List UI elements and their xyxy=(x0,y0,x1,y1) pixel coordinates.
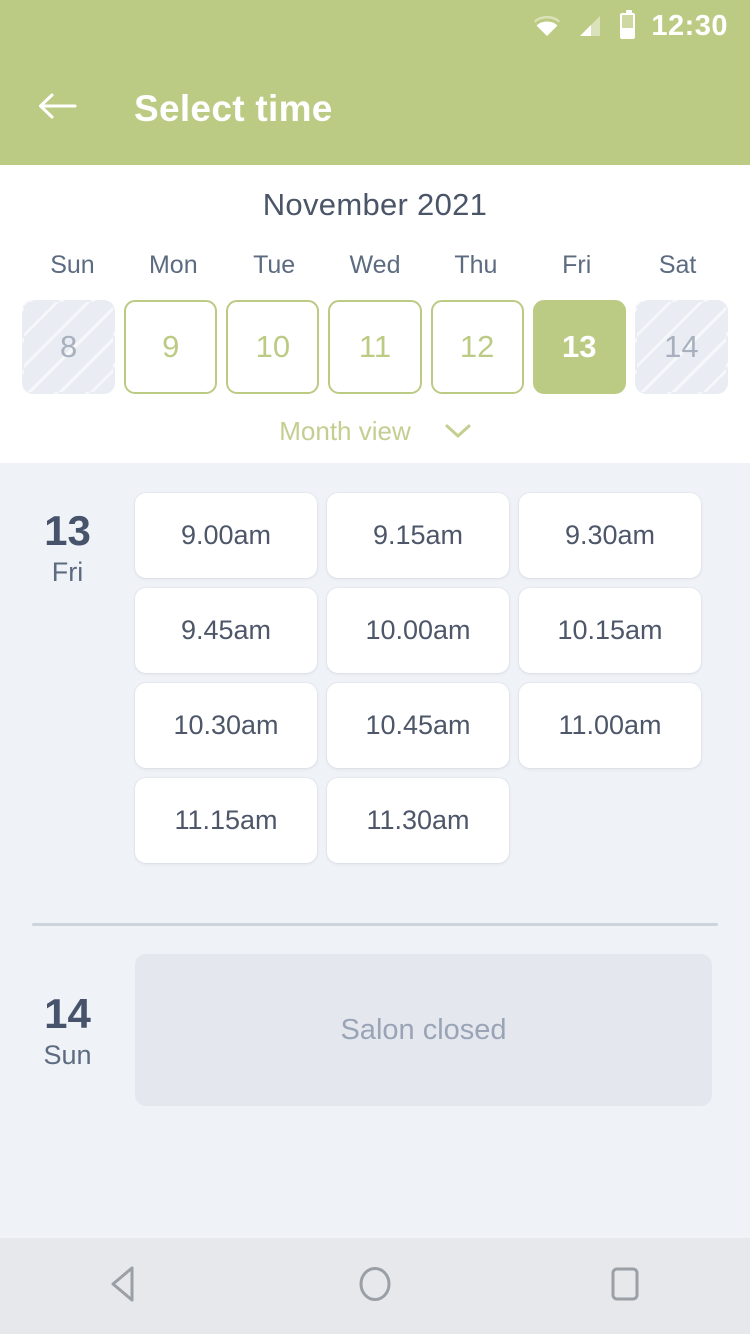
day-of-week: Fri xyxy=(51,557,84,588)
chevron-down-icon xyxy=(445,424,471,439)
time-slot[interactable]: 11.15am xyxy=(135,778,317,863)
status-bar-icons xyxy=(534,10,636,39)
day-of-week: Sun xyxy=(43,1040,92,1071)
nav-back-button[interactable] xyxy=(80,1241,170,1331)
time-slot[interactable]: 9.15am xyxy=(327,493,509,578)
date-cell-8: 8 xyxy=(22,300,116,394)
date-cell-14: 14 xyxy=(634,300,728,394)
status-bar-clock: 12:30 xyxy=(651,9,728,42)
triangle-back-icon xyxy=(107,1265,143,1308)
calendar-date-row: 8 9 10 11 12 13 14 xyxy=(0,300,750,394)
wifi-icon xyxy=(534,15,561,37)
section-divider xyxy=(32,923,718,926)
time-slot[interactable]: 9.45am xyxy=(135,588,317,673)
battery-icon xyxy=(620,10,636,39)
time-slot[interactable]: 11.00am xyxy=(519,683,701,768)
circle-home-icon xyxy=(356,1265,394,1308)
day-label-13: 13 Fri xyxy=(0,473,135,863)
page-title: Select time xyxy=(134,87,333,129)
time-slot[interactable]: 11.30am xyxy=(327,778,509,863)
calendar-weekday-row: Sun Mon Tue Wed Thu Fri Sat xyxy=(0,251,750,280)
month-view-label: Month view xyxy=(279,416,411,446)
day-number: 13 xyxy=(44,507,91,554)
time-slot-grid: 9.00am 9.15am 9.30am 9.45am 10.00am 10.1… xyxy=(135,473,750,863)
schedule-day-14: 14 Sun Salon closed xyxy=(0,930,750,1106)
weekday-label: Mon xyxy=(148,251,198,279)
weekday-label: Wed xyxy=(349,251,401,279)
nav-home-button[interactable] xyxy=(330,1241,420,1331)
status-bar: 12:30 xyxy=(0,0,750,52)
android-nav-bar xyxy=(0,1238,750,1334)
time-slot[interactable]: 10.30am xyxy=(135,683,317,768)
weekday-label: Fri xyxy=(562,251,592,279)
back-button[interactable] xyxy=(32,84,82,134)
date-cell-13[interactable]: 13 xyxy=(532,300,626,394)
app-bar: Select time xyxy=(0,52,750,165)
time-slot[interactable]: 10.45am xyxy=(327,683,509,768)
cellular-signal-icon xyxy=(578,15,602,37)
month-view-toggle[interactable]: Month view xyxy=(0,416,750,447)
date-cell-10[interactable]: 10 xyxy=(226,300,320,394)
date-cell-12[interactable]: 12 xyxy=(430,300,524,394)
time-slot[interactable]: 10.15am xyxy=(519,588,701,673)
weekday-label: Sat xyxy=(658,251,697,279)
date-cell-11[interactable]: 11 xyxy=(328,300,422,394)
time-slot[interactable]: 9.30am xyxy=(519,493,701,578)
square-recents-icon xyxy=(608,1265,642,1308)
calendar-month-title: November 2021 xyxy=(262,187,488,222)
weekday-label: Thu xyxy=(454,251,498,279)
calendar-card: November 2021 Sun Mon Tue Wed Thu Fri Sa… xyxy=(0,165,750,463)
weekday-label: Sun xyxy=(50,251,95,279)
date-cell-9[interactable]: 9 xyxy=(124,300,218,394)
schedule-body: 13 Fri 9.00am 9.15am 9.30am 9.45am 10.00… xyxy=(0,463,750,1106)
weekday-label: Tue xyxy=(253,251,296,279)
time-slot[interactable]: 10.00am xyxy=(327,588,509,673)
day-number: 14 xyxy=(44,990,91,1037)
day-label-14: 14 Sun xyxy=(0,930,135,1106)
nav-recents-button[interactable] xyxy=(580,1241,670,1331)
salon-closed-panel: Salon closed xyxy=(135,954,712,1106)
time-slot[interactable]: 9.00am xyxy=(135,493,317,578)
schedule-day-13: 13 Fri 9.00am 9.15am 9.30am 9.45am 10.00… xyxy=(0,473,750,863)
arrow-left-icon xyxy=(37,91,77,126)
